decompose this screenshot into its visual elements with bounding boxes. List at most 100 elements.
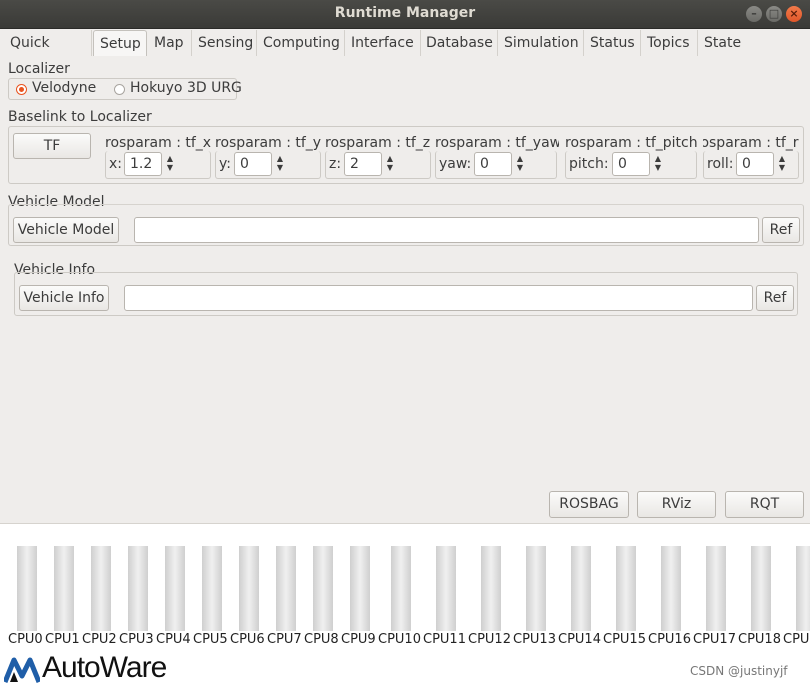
- autoware-logo-icon: [4, 657, 40, 683]
- tf-pitch-label: pitch:: [569, 156, 609, 172]
- cpu-bar-14: [571, 546, 591, 631]
- cpu-label-7: CPU7: [267, 632, 302, 647]
- cpu-label-9: CPU9: [341, 632, 376, 647]
- minimize-icon[interactable]: –: [746, 6, 762, 22]
- cpu-label-0: CPU0: [8, 632, 43, 647]
- vehicle-info-ref-button[interactable]: Ref: [756, 285, 794, 311]
- baselink-title: Baselink to Localizer: [8, 109, 152, 125]
- tf-roll-spin-arrows[interactable]: ▲ ▼: [777, 154, 787, 174]
- cpu-bar-4: [165, 546, 185, 631]
- tf-z-label: z:: [329, 156, 342, 172]
- cpu-label-12: CPU12: [468, 632, 511, 647]
- velodyne-label[interactable]: Velodyne: [32, 80, 96, 96]
- tf-x-label: x:: [109, 156, 123, 172]
- tf-z-spin-arrows[interactable]: ▲ ▼: [385, 154, 395, 174]
- cpu-bar-13: [526, 546, 546, 631]
- tab-setup[interactable]: Setup: [93, 30, 147, 58]
- setup-panel: Localizer Velodyne Hokuyo 3D URG Baselin…: [4, 56, 806, 522]
- localizer-title: Localizer: [8, 61, 70, 77]
- tf-y-spin-arrows[interactable]: ▲ ▼: [275, 154, 285, 174]
- cpu-bar-0: [17, 546, 37, 631]
- cpu-bar-12: [481, 546, 501, 631]
- vehicle-model-ref-button[interactable]: Ref: [762, 217, 800, 243]
- tf-yaw-input[interactable]: 0: [474, 152, 512, 176]
- maximize-icon[interactable]: □: [766, 6, 782, 22]
- tab-quick-start[interactable]: Quick Start: [4, 30, 92, 77]
- localizer-group: Velodyne Hokuyo 3D URG: [8, 78, 242, 100]
- cpu-label-13: CPU13: [513, 632, 556, 647]
- tab-simulation[interactable]: Simulation: [498, 30, 584, 56]
- tf-roll-header: rosparam : tf_roll: [703, 135, 799, 151]
- vehicle-info-path-input[interactable]: [124, 285, 753, 311]
- cpu-label-10: CPU10: [378, 632, 421, 647]
- cpu-label-16: CPU16: [648, 632, 691, 647]
- tf-x-spin-arrows[interactable]: ▲ ▼: [165, 154, 175, 174]
- tf-yaw-label: yaw:: [439, 156, 472, 172]
- tf-pitch-box: pitch: 0 ▲ ▼: [565, 151, 697, 179]
- tf-roll-header-clip: rosparam : tf_roll: [703, 135, 799, 151]
- cpu-label-15: CPU15: [603, 632, 646, 647]
- window-title: Runtime Manager: [334, 5, 476, 21]
- tf-z-box: z: 2 ▲ ▼: [325, 151, 431, 179]
- vehicle-info-group: Vehicle Info Ref: [14, 272, 798, 316]
- cpu-label-4: CPU4: [156, 632, 191, 647]
- tab-database[interactable]: Database: [420, 30, 498, 56]
- tf-pitch-spin-arrows[interactable]: ▲ ▼: [653, 154, 663, 174]
- cpu-bar-6: [239, 546, 259, 631]
- cpu-bar-7: [276, 546, 296, 631]
- cpu-label-5: CPU5: [193, 632, 228, 647]
- rqt-button[interactable]: RQT: [725, 491, 804, 518]
- rosbag-button[interactable]: ROSBAG: [549, 491, 629, 518]
- tf-y-input[interactable]: 0: [234, 152, 272, 176]
- cpu-bar-8: [313, 546, 333, 631]
- cpu-label-19: CPU19: [783, 632, 810, 647]
- tf-roll-label: roll:: [707, 156, 734, 172]
- cpu-bar-5: [202, 546, 222, 631]
- close-icon[interactable]: ×: [786, 6, 802, 22]
- tf-button[interactable]: TF: [13, 133, 91, 159]
- tf-pitch-header: rosparam : tf_pitch: [565, 135, 697, 151]
- tf-z-input[interactable]: 2: [344, 152, 382, 176]
- cpu-monitor: CPU0 CPU1 CPU2 CPU3 CPU4 CPU5 CPU6 CPU7 CPU8 CPU9…: [0, 523, 810, 688]
- cpu-bar-17: [706, 546, 726, 631]
- baselink-group: TF rosparam : tf_x x: 1.2 ▲ ▼ rosparam : …: [8, 126, 804, 184]
- cpu-bar-3: [128, 546, 148, 631]
- tf-roll-input[interactable]: 0: [736, 152, 774, 176]
- rviz-button[interactable]: RViz: [637, 491, 716, 518]
- velodyne-radio[interactable]: [16, 84, 27, 95]
- tf-yaw-box: yaw: 0 ▲ ▼: [435, 151, 557, 179]
- tab-computing[interactable]: Computing: [257, 30, 345, 56]
- tab-topics[interactable]: Topics: [641, 30, 698, 56]
- vehicle-model-path-input[interactable]: [134, 217, 759, 243]
- hokuyo-radio[interactable]: [114, 84, 125, 95]
- tf-yaw-spin-arrows[interactable]: ▲ ▼: [515, 154, 525, 174]
- tf-pitch-input[interactable]: 0: [612, 152, 650, 176]
- tab-interface[interactable]: Interface: [345, 30, 421, 56]
- watermark: CSDN @justinyjf: [690, 664, 788, 678]
- title-bar[interactable]: Runtime Manager – □ ×: [0, 0, 810, 29]
- cpu-bar-2: [91, 546, 111, 631]
- cpu-label-17: CPU17: [693, 632, 736, 647]
- cpu-label-11: CPU11: [423, 632, 466, 647]
- cpu-label-14: CPU14: [558, 632, 601, 647]
- autoware-logo-text: AutoWare: [42, 651, 167, 684]
- cpu-bar-15: [616, 546, 636, 631]
- tab-map[interactable]: Map: [148, 30, 192, 56]
- tab-sensing[interactable]: Sensing: [192, 30, 257, 56]
- cpu-bar-11: [436, 546, 456, 631]
- hokuyo-label[interactable]: Hokuyo 3D URG: [130, 80, 242, 96]
- tf-yaw-header: rosparam : tf_yaw: [435, 135, 559, 151]
- tf-x-header: rosparam : tf_x: [105, 135, 211, 151]
- vehicle-info-button[interactable]: Vehicle Info: [19, 285, 109, 311]
- vehicle-model-button[interactable]: Vehicle Model: [13, 217, 119, 243]
- tab-status[interactable]: Status: [584, 30, 641, 56]
- tab-state[interactable]: State: [698, 30, 748, 56]
- cpu-label-1: CPU1: [45, 632, 80, 647]
- tf-z-header: rosparam : tf_z: [325, 135, 431, 151]
- cpu-bar-18: [751, 546, 771, 631]
- cpu-bar-19: [796, 546, 810, 631]
- cpu-bar-1: [54, 546, 74, 631]
- tf-x-input[interactable]: 1.2: [124, 152, 162, 176]
- cpu-label-6: CPU6: [230, 632, 265, 647]
- tf-y-header: rosparam : tf_y: [215, 135, 321, 151]
